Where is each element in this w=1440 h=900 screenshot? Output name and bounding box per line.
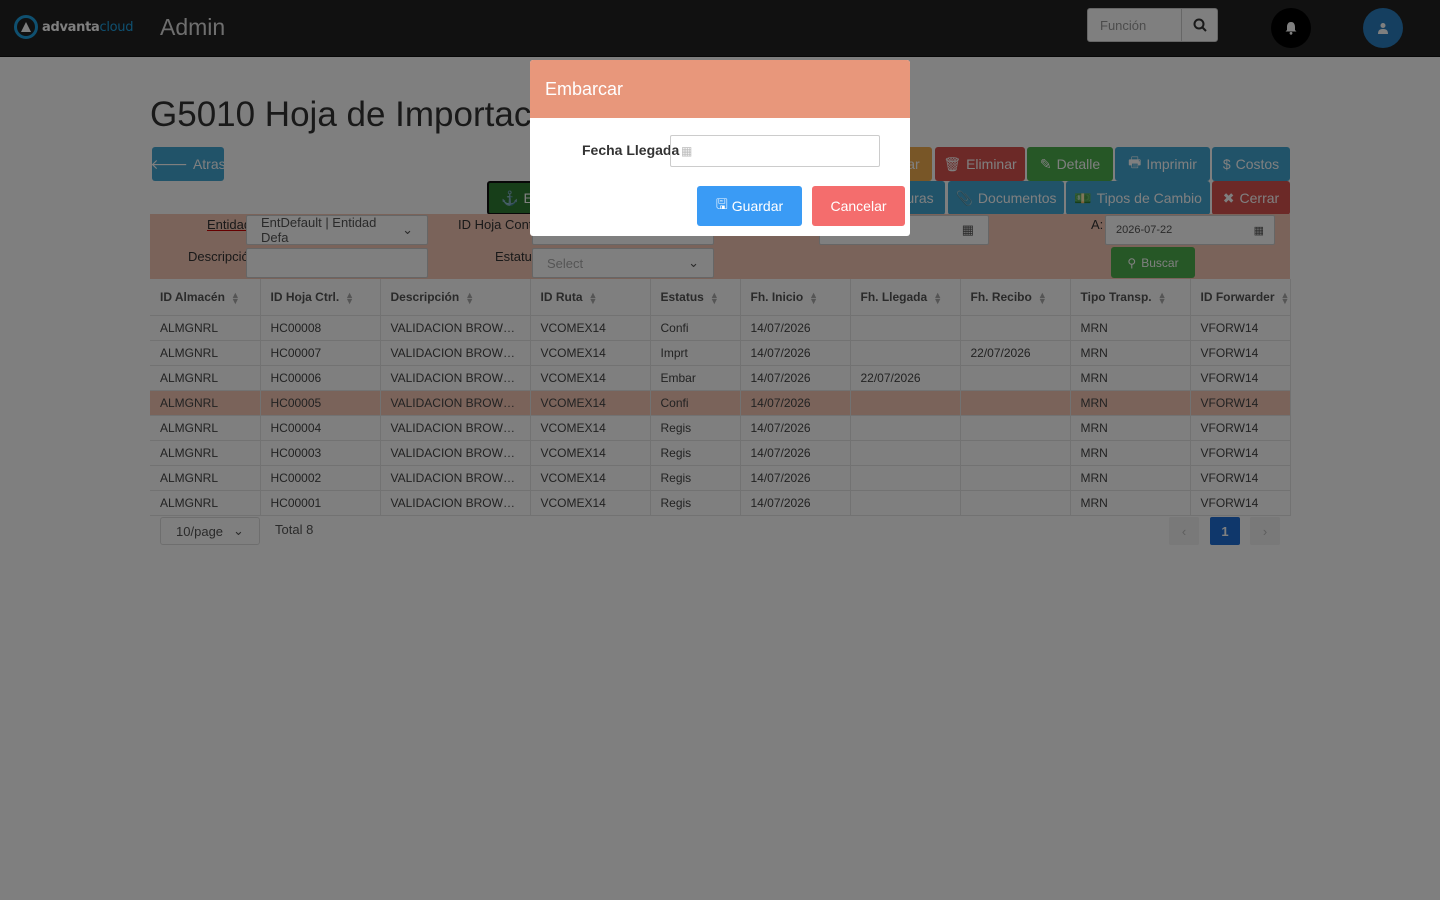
calendar-icon: ▦: [681, 144, 693, 158]
fecha-llegada-input[interactable]: ▦: [670, 135, 880, 167]
save-button[interactable]: 🖫 Guardar: [697, 186, 802, 226]
embarcar-modal: Embarcar Fecha Llegada ▦ 🖫 Guardar Cance…: [530, 60, 910, 236]
modal-title: Embarcar: [530, 60, 910, 118]
cancel-button[interactable]: Cancelar: [812, 186, 905, 226]
save-icon: 🖫: [715, 196, 728, 212]
fecha-llegada-label: Fecha Llegada: [582, 142, 680, 158]
